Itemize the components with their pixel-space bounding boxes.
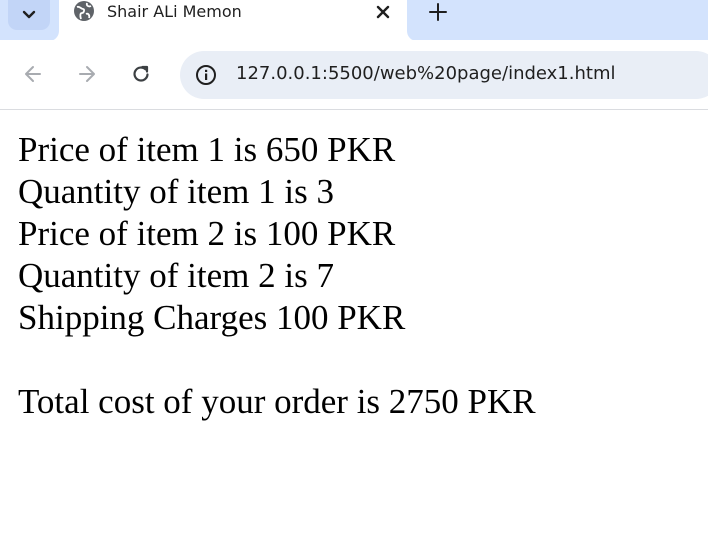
reload-icon — [133, 65, 149, 82]
plus-icon — [429, 3, 447, 21]
total-cost-text: Total cost of your order is 2750 PKR — [18, 382, 536, 421]
arrow-left-icon — [25, 66, 41, 82]
item1-price-text: Price of item 1 is 650 PKR — [18, 130, 396, 169]
new-tab-button[interactable] — [425, 0, 451, 24]
tab-title: Shair ALi Memon — [107, 2, 242, 21]
tab-search-button[interactable] — [8, 0, 50, 30]
item1-quantity-text: Quantity of item 1 is 3 — [18, 172, 334, 211]
shipping-charges-text: Shipping Charges 100 PKR — [18, 298, 406, 337]
arrow-right-icon — [79, 66, 95, 82]
browser-toolbar: 127.0.0.1:5500/web%20page/index1.html — [0, 40, 708, 110]
site-info-button[interactable] — [192, 61, 220, 89]
close-icon — [376, 5, 390, 19]
reload-button[interactable] — [125, 58, 157, 90]
globe-icon — [74, 1, 94, 21]
tab-close-button[interactable] — [371, 0, 395, 24]
back-button[interactable] — [17, 58, 49, 90]
item2-quantity-text: Quantity of item 2 is 7 — [18, 256, 334, 295]
info-icon — [196, 65, 216, 85]
chevron-down-icon — [22, 10, 36, 19]
url-text[interactable]: 127.0.0.1:5500/web%20page/index1.html — [236, 63, 616, 84]
active-tab[interactable]: Shair ALi Memon — [59, 0, 407, 41]
item2-price-text: Price of item 2 is 100 PKR — [18, 214, 396, 253]
page-content: Price of item 1 is 650 PKR Quantity of i… — [18, 129, 698, 423]
tab-strip: Shair ALi Memon — [0, 0, 708, 41]
forward-button[interactable] — [71, 58, 103, 90]
address-bar[interactable]: 127.0.0.1:5500/web%20page/index1.html — [180, 51, 708, 99]
